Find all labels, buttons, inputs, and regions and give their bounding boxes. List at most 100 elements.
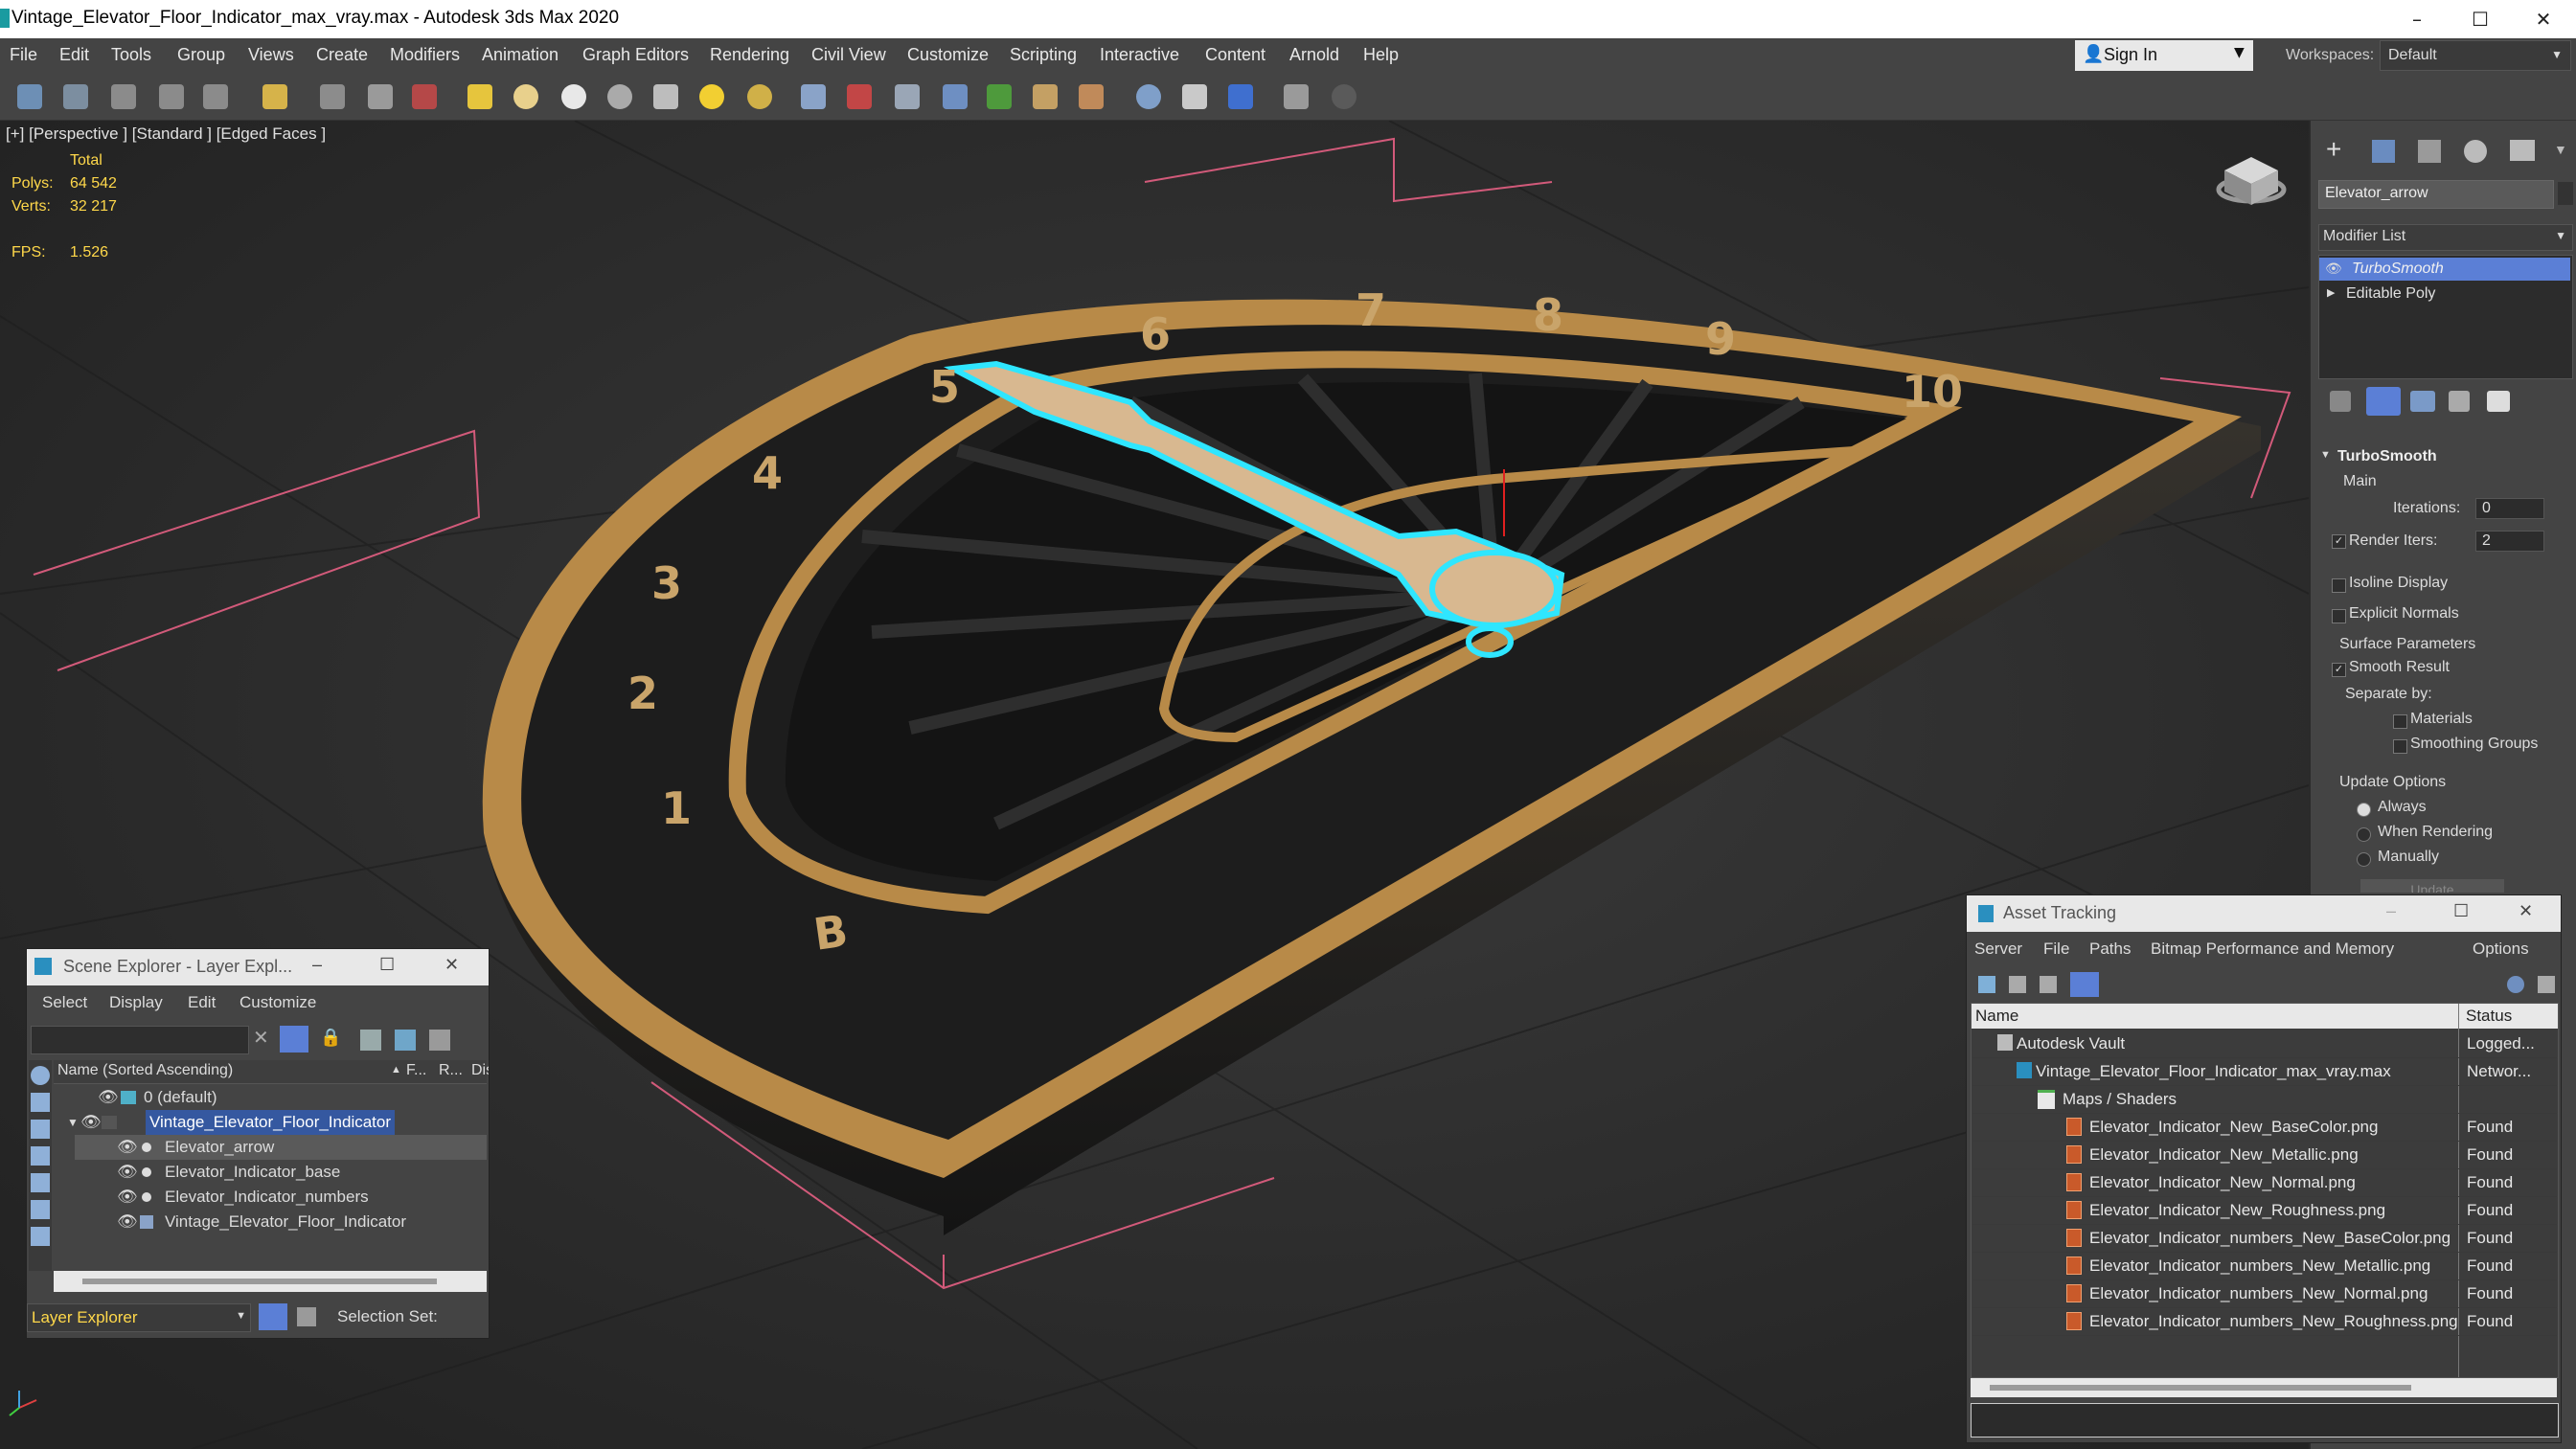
tree-row[interactable]: 👁 Elevator_arrow: [75, 1135, 487, 1160]
scene-menu-customize[interactable]: Customize: [239, 993, 316, 1012]
pin-stack-icon[interactable]: [2330, 391, 2351, 412]
smooth-result-checkbox[interactable]: ✓: [2332, 663, 2346, 677]
tree-row[interactable]: 👁 Elevator_Indicator_numbers: [75, 1185, 487, 1210]
column-display[interactable]: Displa: [471, 1062, 489, 1079]
display-bones-icon[interactable]: [31, 1227, 50, 1246]
asset-menu-bitmap-performance[interactable]: Bitmap Performance and Memory: [2151, 940, 2394, 959]
utilities-tab-icon[interactable]: ▼: [2554, 142, 2571, 159]
motion-tab-icon[interactable]: [2464, 140, 2487, 163]
menu-arnold[interactable]: Arnold: [1289, 45, 1339, 65]
eye-icon[interactable]: 👁: [98, 1085, 119, 1110]
asset-row[interactable]: Elevator_Indicator_New_Metallic.png Foun…: [1972, 1141, 2557, 1169]
asset-menu-paths[interactable]: Paths: [2089, 940, 2131, 959]
mirror-icon[interactable]: [847, 84, 872, 109]
torus-icon[interactable]: [607, 84, 632, 109]
expand-arrow-icon[interactable]: ▼: [67, 1110, 79, 1135]
display-helpers-icon[interactable]: [31, 1173, 50, 1192]
scene-search-input[interactable]: [31, 1026, 249, 1054]
menu-content[interactable]: Content: [1205, 45, 1265, 65]
smoothing-groups-checkbox[interactable]: [2393, 739, 2407, 754]
cone-icon[interactable]: [653, 84, 678, 109]
stack-item-editable-poly[interactable]: ▶ Editable Poly: [2319, 283, 2570, 306]
hierarchy-mode-icon[interactable]: [297, 1307, 316, 1326]
tree-row[interactable]: ▼ 👁 Vintage_Elevator_Floor_Indicator: [67, 1110, 487, 1135]
object-color-swatch[interactable]: [2558, 182, 2573, 205]
asset-row[interactable]: Autodesk Vault Logged...: [1972, 1030, 2557, 1058]
box-icon[interactable]: [467, 84, 492, 109]
menu-rendering[interactable]: Rendering: [710, 45, 789, 65]
manually-radio[interactable]: [2357, 852, 2371, 867]
hierarchy-tab-icon[interactable]: [2418, 140, 2441, 163]
display-geometry-icon[interactable]: [31, 1093, 50, 1112]
clear-search-icon[interactable]: ✕: [253, 1026, 269, 1050]
show-end-result-icon[interactable]: [2366, 387, 2401, 416]
modify-tab-icon[interactable]: [2372, 140, 2395, 163]
column-name[interactable]: Name (Sorted Ascending): [57, 1062, 233, 1079]
maximize-button[interactable]: ☐: [2453, 901, 2469, 921]
layer-explorer-dropdown[interactable]: Layer Explorer ▼: [27, 1303, 251, 1332]
column-frozen[interactable]: F...: [406, 1062, 426, 1079]
menu-interactive[interactable]: Interactive: [1100, 45, 1179, 65]
add-layer-icon[interactable]: [360, 1030, 381, 1051]
menu-graph-editors[interactable]: Graph Editors: [582, 45, 689, 65]
bind-spacewarp-icon[interactable]: [203, 84, 228, 109]
display-cameras-icon[interactable]: [31, 1146, 50, 1166]
curve-editor-icon[interactable]: [987, 84, 1012, 109]
maximize-button[interactable]: ☐: [2449, 0, 2512, 38]
render-iters-checkbox[interactable]: ✓: [2332, 534, 2346, 549]
menu-civil-view[interactable]: Civil View: [811, 45, 886, 65]
display-lights-icon[interactable]: [31, 1120, 50, 1139]
scale-icon[interactable]: [412, 84, 437, 109]
eye-icon[interactable]: 👁: [117, 1160, 138, 1185]
scene-menu-edit[interactable]: Edit: [188, 993, 216, 1012]
menu-views[interactable]: Views: [248, 45, 294, 65]
eye-icon[interactable]: 👁: [117, 1210, 138, 1234]
settings-icon[interactable]: [2538, 976, 2555, 993]
geosphere-icon[interactable]: [561, 84, 586, 109]
minimize-button[interactable]: –: [2385, 0, 2449, 38]
asset-menu-options[interactable]: Options: [2473, 940, 2529, 959]
asset-tracking-titlebar[interactable]: Asset Tracking – ☐ ✕: [1967, 895, 2561, 932]
iterations-spinner[interactable]: 0: [2475, 498, 2544, 519]
material-icon[interactable]: [747, 84, 772, 109]
undo-icon[interactable]: [17, 84, 42, 109]
asset-row[interactable]: Vintage_Elevator_Floor_Indicator_max_vra…: [1972, 1057, 2557, 1086]
scrollbar-thumb[interactable]: [1990, 1385, 2411, 1391]
tree-view-icon[interactable]: [2040, 976, 2057, 993]
update-button[interactable]: Update: [2360, 879, 2504, 893]
layers-mode-icon[interactable]: [259, 1303, 287, 1330]
column-name[interactable]: Name: [1975, 1007, 2018, 1026]
column-renderable[interactable]: R...: [439, 1062, 463, 1079]
tree-row[interactable]: 👁 0 (default): [75, 1085, 487, 1110]
stack-item-turbosmooth[interactable]: 👁 TurboSmooth: [2319, 258, 2570, 281]
asset-row[interactable]: Elevator_Indicator_numbers_New_Metallic.…: [1972, 1252, 2557, 1280]
lock-icon[interactable]: 🔒: [320, 1028, 341, 1048]
scene-explorer-titlebar[interactable]: Scene Explorer - Layer Expl... – ☐ ✕: [27, 949, 489, 985]
close-button[interactable]: ✕: [2512, 0, 2575, 38]
asset-scrollbar[interactable]: [1971, 1378, 2557, 1397]
eye-icon[interactable]: 👁: [117, 1185, 138, 1210]
eye-icon[interactable]: 👁: [117, 1135, 138, 1160]
scene-scrollbar[interactable]: [54, 1271, 487, 1292]
asset-row[interactable]: Elevator_Indicator_numbers_New_BaseColor…: [1972, 1224, 2557, 1253]
viewport-label[interactable]: [+] [Perspective ] [Standard ] [Edged Fa…: [6, 125, 326, 144]
materials-checkbox[interactable]: [2393, 714, 2407, 729]
remove-modifier-icon[interactable]: [2449, 391, 2470, 412]
menu-modifiers[interactable]: Modifiers: [390, 45, 460, 65]
modifier-list-dropdown[interactable]: Modifier List ▼: [2318, 224, 2573, 251]
workspace-dropdown[interactable]: Default ▼: [2380, 40, 2571, 71]
configure-sets-icon[interactable]: [2487, 391, 2510, 412]
tree-row[interactable]: 👁 Vintage_Elevator_Floor_Indicator: [75, 1210, 487, 1234]
sign-in-dropdown[interactable]: 👤 Sign In ▼: [2075, 40, 2253, 71]
asset-row[interactable]: Elevator_Indicator_New_Normal.png Found: [1972, 1168, 2557, 1197]
menu-customize[interactable]: Customize: [907, 45, 989, 65]
render-frame-icon[interactable]: [1136, 84, 1161, 109]
light-icon[interactable]: [699, 84, 724, 109]
asset-row[interactable]: Elevator_Indicator_New_Roughness.png Fou…: [1972, 1196, 2557, 1225]
asset-menu-server[interactable]: Server: [1974, 940, 2022, 959]
display-tab-icon[interactable]: [2510, 140, 2535, 161]
close-button[interactable]: ✕: [445, 955, 459, 975]
schematic-icon[interactable]: [943, 84, 968, 109]
render-production-icon[interactable]: [1228, 84, 1253, 109]
list-view-icon[interactable]: [2009, 976, 2026, 993]
